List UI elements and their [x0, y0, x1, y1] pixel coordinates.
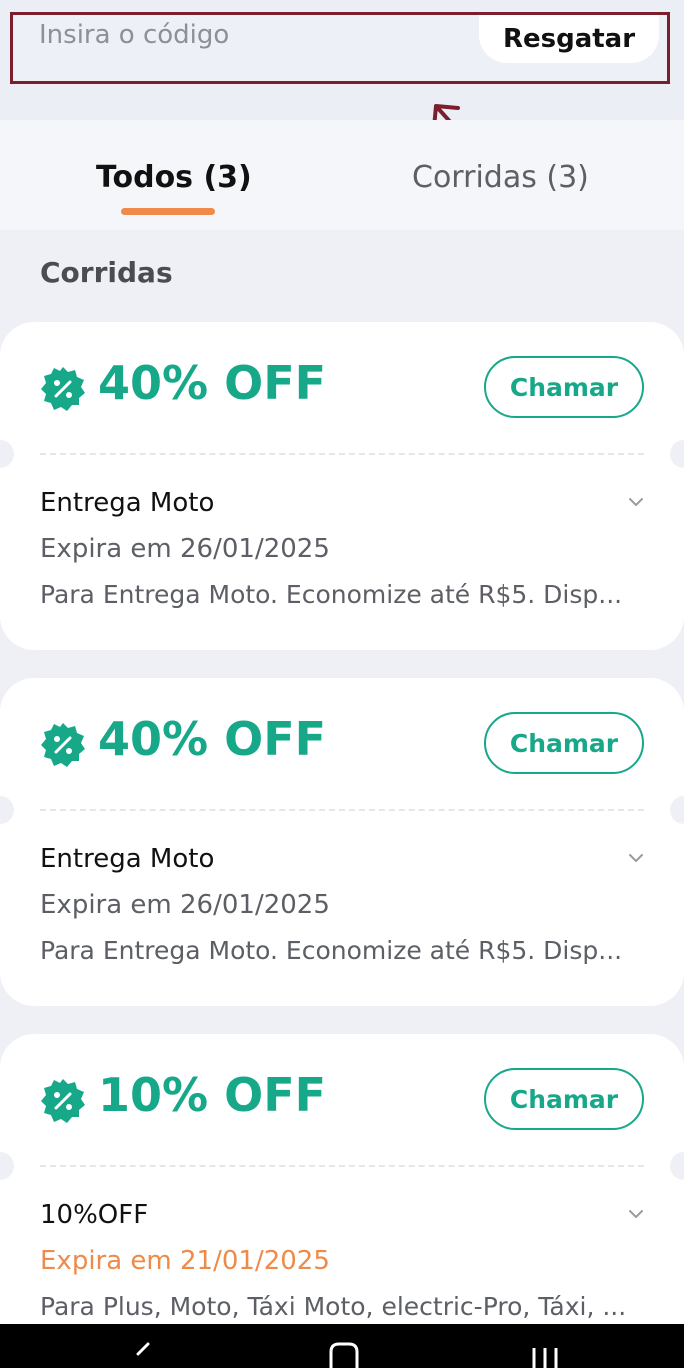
chamar-button[interactable]: Chamar: [484, 712, 644, 774]
redeem-code-highlight: Resgatar: [10, 12, 670, 84]
card-notch: [0, 1152, 14, 1180]
coupon-description: Para Entrega Moto. Economize até R$5. Di…: [40, 936, 623, 965]
tab-todos[interactable]: Todos (3): [96, 160, 252, 195]
card-divider: [40, 1165, 644, 1167]
section-title: Corridas: [40, 256, 173, 289]
tab-corridas[interactable]: Corridas (3): [412, 160, 589, 195]
card-notch: [670, 440, 684, 468]
percent-badge-icon: [41, 367, 85, 411]
card-notch: [0, 440, 14, 468]
chevron-down-icon[interactable]: [626, 1204, 646, 1224]
chevron-down-icon[interactable]: [626, 848, 646, 868]
redeem-button[interactable]: Resgatar: [479, 15, 659, 63]
coupon-card: 40% OFF Chamar Entrega Moto Expira em 26…: [0, 678, 684, 1006]
card-notch: [0, 796, 14, 824]
percent-badge-icon: [41, 1079, 85, 1123]
discount-label: 10% OFF: [98, 1068, 327, 1122]
coupon-card: 10% OFF Chamar 10%OFF Expira em 21/01/20…: [0, 1034, 684, 1362]
chevron-down-icon[interactable]: [626, 492, 646, 512]
recents-icon[interactable]: [530, 1342, 560, 1368]
coupon-description: Para Plus, Moto, Táxi Moto, electric-Pro…: [40, 1292, 627, 1321]
back-icon[interactable]: [132, 1342, 152, 1368]
coupon-name: 10%OFF: [40, 1200, 149, 1230]
card-notch: [670, 1152, 684, 1180]
coupon-name: Entrega Moto: [40, 488, 215, 518]
discount-label: 40% OFF: [98, 712, 327, 766]
percent-badge-icon: [41, 723, 85, 767]
card-divider: [40, 453, 644, 455]
system-nav-bar: [0, 1324, 684, 1368]
coupon-description: Para Entrega Moto. Economize até R$5. Di…: [40, 580, 623, 609]
redeem-code-section: Resgatar: [0, 0, 684, 120]
card-notch: [670, 796, 684, 824]
tab-selected-indicator: [121, 208, 215, 215]
coupon-tabs: Todos (3) Corridas (3): [0, 120, 684, 230]
coupon-name: Entrega Moto: [40, 844, 215, 874]
card-divider: [40, 809, 644, 811]
chamar-button[interactable]: Chamar: [484, 356, 644, 418]
chamar-button[interactable]: Chamar: [484, 1068, 644, 1130]
coupon-expiry: Expira em 26/01/2025: [40, 890, 330, 920]
coupon-expiry: Expira em 21/01/2025: [40, 1246, 330, 1276]
coupon-expiry: Expira em 26/01/2025: [40, 534, 330, 564]
redeem-code-input[interactable]: [39, 15, 459, 55]
home-icon[interactable]: [328, 1342, 360, 1368]
discount-label: 40% OFF: [98, 356, 327, 410]
coupon-card: 40% OFF Chamar Entrega Moto Expira em 26…: [0, 322, 684, 650]
